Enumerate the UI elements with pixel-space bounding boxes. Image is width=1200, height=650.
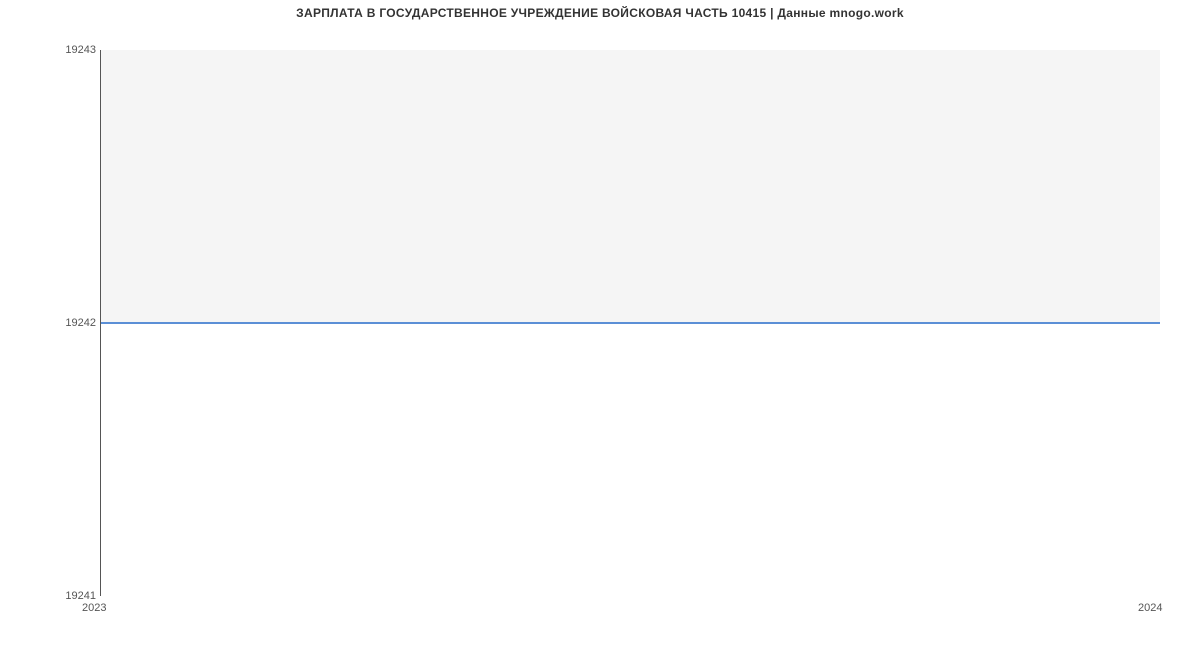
chart-container: ЗАРПЛАТА В ГОСУДАРСТВЕННОЕ УЧРЕЖДЕНИЕ ВО… [0,0,1200,650]
y-tick-label: 19241 [65,590,96,602]
data-line [101,322,1160,324]
plot-area [100,50,1160,596]
chart-title: ЗАРПЛАТА В ГОСУДАРСТВЕННОЕ УЧРЕЖДЕНИЕ ВО… [0,6,1200,20]
y-tick-label: 19243 [65,44,96,56]
y-tick-label: 19242 [65,317,96,329]
x-tick-label: 2024 [1138,602,1162,614]
plot-lower-region [101,323,1160,596]
x-tick-label: 2023 [82,602,106,614]
